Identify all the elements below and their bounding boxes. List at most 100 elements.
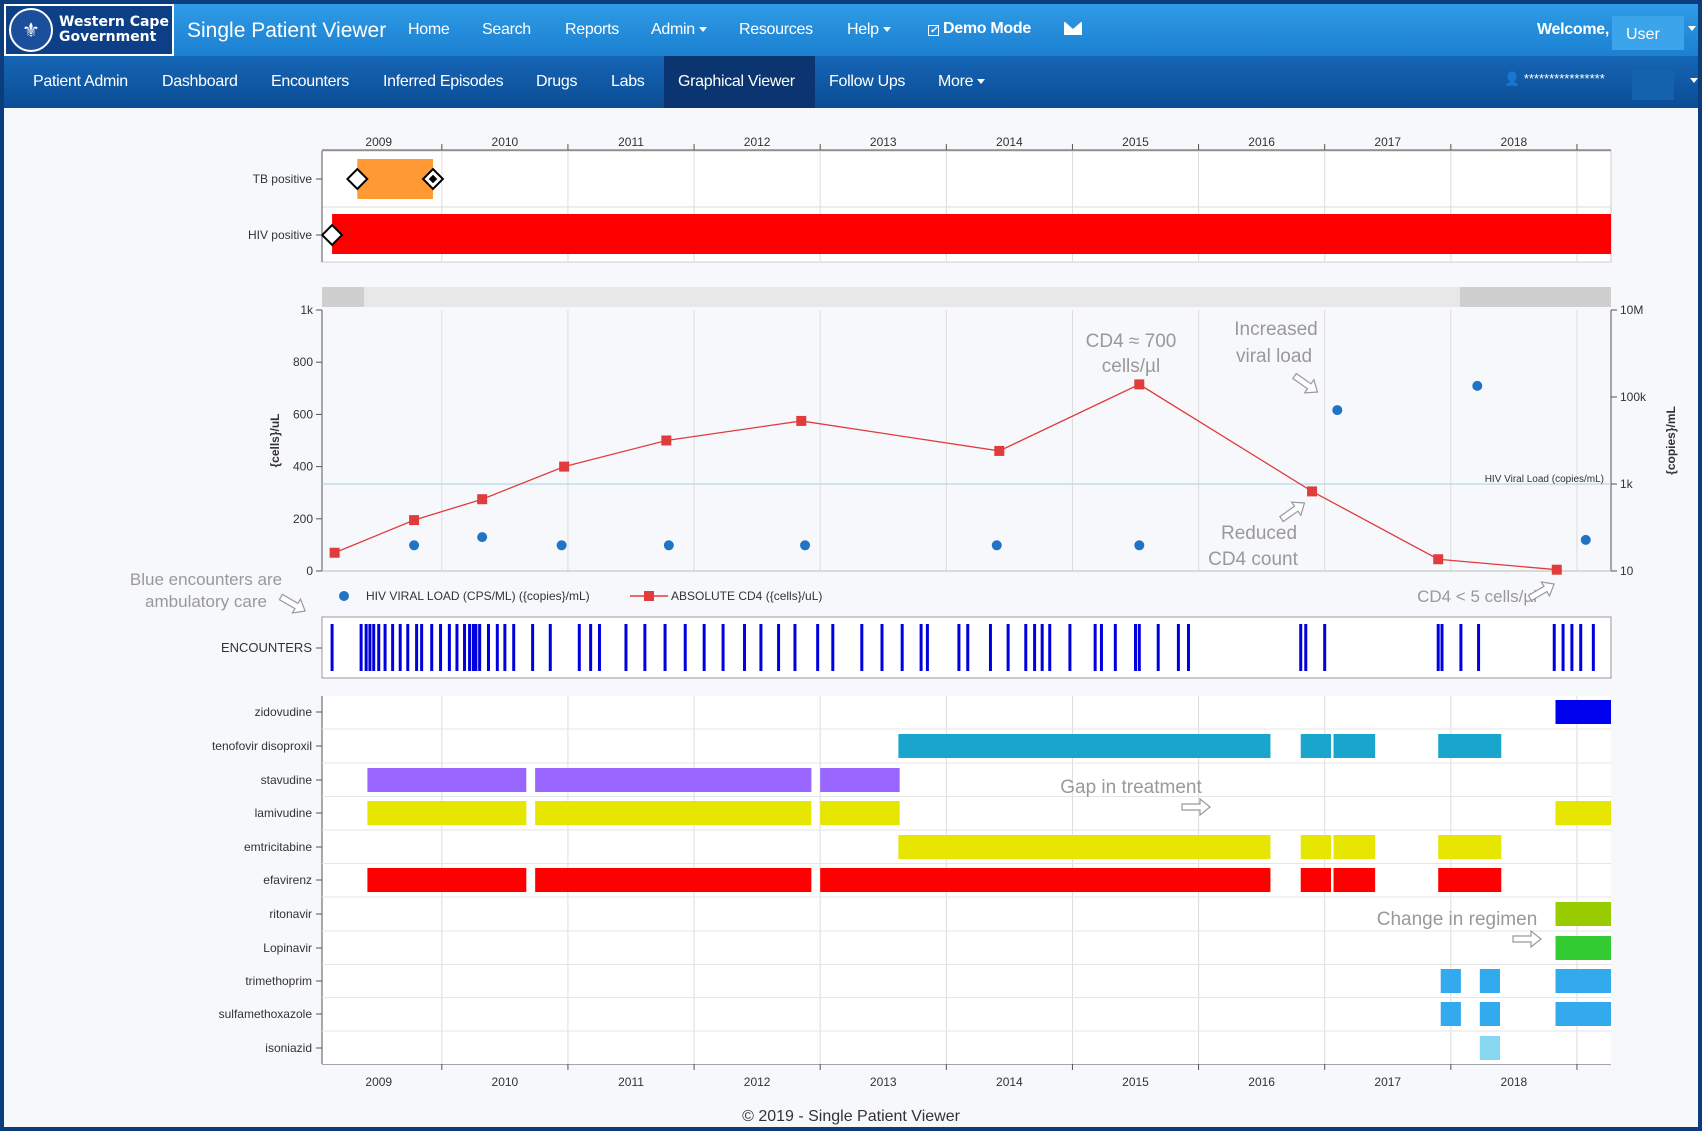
drug-bar-lamivudine[interactable] [820, 801, 900, 825]
encounter-mark[interactable] [503, 624, 507, 671]
encounter-mark[interactable] [1436, 624, 1440, 671]
encounter-mark[interactable] [777, 624, 781, 671]
viral-load-point[interactable] [663, 540, 674, 551]
drug-bar-sulfamethoxazole[interactable] [1479, 1002, 1501, 1026]
drug-bar-efavirenz[interactable] [1300, 868, 1332, 892]
cd4-point[interactable] [477, 494, 488, 505]
encounter-mark[interactable] [391, 624, 395, 671]
cd4-point[interactable] [994, 445, 1005, 456]
viral-load-point[interactable] [991, 540, 1002, 551]
viral-load-point[interactable] [1580, 534, 1591, 545]
tab-follow-ups[interactable]: Follow Ups [829, 73, 905, 91]
encounter-mark[interactable] [330, 624, 334, 671]
range-slider-right-handle[interactable] [1460, 287, 1611, 307]
viral-load-point[interactable] [409, 540, 420, 551]
encounter-mark[interactable] [702, 624, 706, 671]
mail-icon[interactable] [1064, 22, 1082, 35]
encounter-mark[interactable] [624, 624, 628, 671]
encounter-mark[interactable] [597, 624, 601, 671]
tab-drugs[interactable]: Drugs [536, 73, 577, 91]
encounter-mark[interactable] [1561, 624, 1565, 671]
drug-bar-tenofovir[interactable] [1438, 734, 1502, 758]
encounter-mark[interactable] [721, 624, 725, 671]
encounter-mark[interactable] [1113, 624, 1117, 671]
encounter-mark[interactable] [1304, 624, 1308, 671]
encounter-mark[interactable] [1024, 624, 1028, 671]
drug-bar-ritonavir[interactable] [1555, 902, 1611, 926]
drug-bar-tenofovir[interactable] [1300, 734, 1332, 758]
drug-bar-tenofovir[interactable] [1333, 734, 1376, 758]
encounter-mark[interactable] [1440, 624, 1444, 671]
drug-bar-efavirenz[interactable] [367, 868, 527, 892]
encounter-mark[interactable] [1186, 624, 1190, 671]
cd4-point[interactable] [1433, 554, 1444, 565]
nav-home[interactable]: Home [408, 21, 450, 39]
encounter-mark[interactable] [793, 624, 797, 671]
encounter-mark[interactable] [455, 624, 459, 671]
account-dropdown-box[interactable] [1632, 70, 1674, 100]
tab-patient-admin[interactable]: Patient Admin [33, 73, 128, 91]
tab-graphical-viewer[interactable]: Graphical Viewer [678, 73, 795, 91]
encounter-mark[interactable] [1579, 624, 1583, 671]
viral-load-point[interactable] [556, 540, 567, 551]
nav-search[interactable]: Search [482, 21, 531, 39]
drug-bar-stavudine[interactable] [820, 768, 900, 792]
encounter-mark[interactable] [1477, 624, 1481, 671]
chevron-down-icon[interactable] [1688, 26, 1696, 31]
drug-bar-emtricitabine[interactable] [1438, 835, 1502, 859]
encounter-mark[interactable] [816, 624, 820, 671]
viral-load-point[interactable] [1332, 405, 1343, 416]
government-logo[interactable]: ⚜ Western Cape Government [4, 4, 174, 56]
tab-dashboard[interactable]: Dashboard [162, 73, 238, 91]
encounter-mark[interactable] [1323, 624, 1327, 671]
nav-help[interactable]: Help [847, 21, 891, 39]
drug-bar-lopinavir[interactable] [1555, 936, 1611, 960]
encounter-mark[interactable] [1006, 624, 1010, 671]
encounter-mark[interactable] [463, 624, 467, 671]
drug-bar-trimethoprim[interactable] [1479, 969, 1501, 993]
drug-bar-tenofovir[interactable] [898, 734, 1271, 758]
viral-load-point[interactable] [477, 532, 488, 543]
drug-bar-emtricitabine[interactable] [898, 835, 1271, 859]
drug-bar-stavudine[interactable] [367, 768, 527, 792]
nav-resources[interactable]: Resources [739, 21, 813, 39]
encounter-mark[interactable] [1033, 624, 1037, 671]
encounter-mark[interactable] [478, 624, 482, 671]
encounter-mark[interactable] [1570, 624, 1574, 671]
encounter-mark[interactable] [900, 624, 904, 671]
drug-bar-trimethoprim[interactable] [1440, 969, 1461, 993]
encounter-mark[interactable] [406, 624, 410, 671]
drug-bar-efavirenz[interactable] [1333, 868, 1376, 892]
drug-bar-lamivudine[interactable] [535, 801, 812, 825]
cd4-point[interactable] [661, 435, 672, 446]
drug-bar-lamivudine[interactable] [1555, 801, 1611, 825]
encounter-mark[interactable] [577, 624, 581, 671]
tb-episode-bar[interactable] [357, 159, 433, 199]
encounter-mark[interactable] [364, 624, 368, 671]
encounter-mark[interactable] [988, 624, 992, 671]
encounter-mark[interactable] [1093, 624, 1097, 671]
chevron-down-icon[interactable] [1690, 78, 1698, 83]
encounter-mark[interactable] [1040, 624, 1044, 671]
encounter-mark[interactable] [589, 624, 593, 671]
encounter-mark[interactable] [966, 624, 970, 671]
encounter-mark[interactable] [683, 624, 687, 671]
user-menu-button[interactable]: User [1612, 16, 1684, 50]
encounter-mark[interactable] [474, 624, 478, 671]
encounter-mark[interactable] [372, 624, 376, 671]
encounter-mark[interactable] [860, 624, 864, 671]
encounter-mark[interactable] [1099, 624, 1103, 671]
nav-admin[interactable]: Admin [651, 21, 707, 39]
cd4-point[interactable] [409, 515, 420, 526]
drug-bar-efavirenz[interactable] [820, 868, 1271, 892]
cd4-point[interactable] [559, 461, 570, 472]
encounter-mark[interactable] [512, 624, 516, 671]
drug-bar-zidovudine[interactable] [1555, 700, 1611, 724]
encounter-mark[interactable] [468, 624, 472, 671]
drug-bar-efavirenz[interactable] [535, 868, 812, 892]
drug-bar-emtricitabine[interactable] [1300, 835, 1332, 859]
drug-bar-trimethoprim[interactable] [1555, 969, 1611, 993]
encounter-mark[interactable] [925, 624, 929, 671]
viral-load-point[interactable] [1472, 380, 1483, 391]
drug-bar-lamivudine[interactable] [367, 801, 527, 825]
